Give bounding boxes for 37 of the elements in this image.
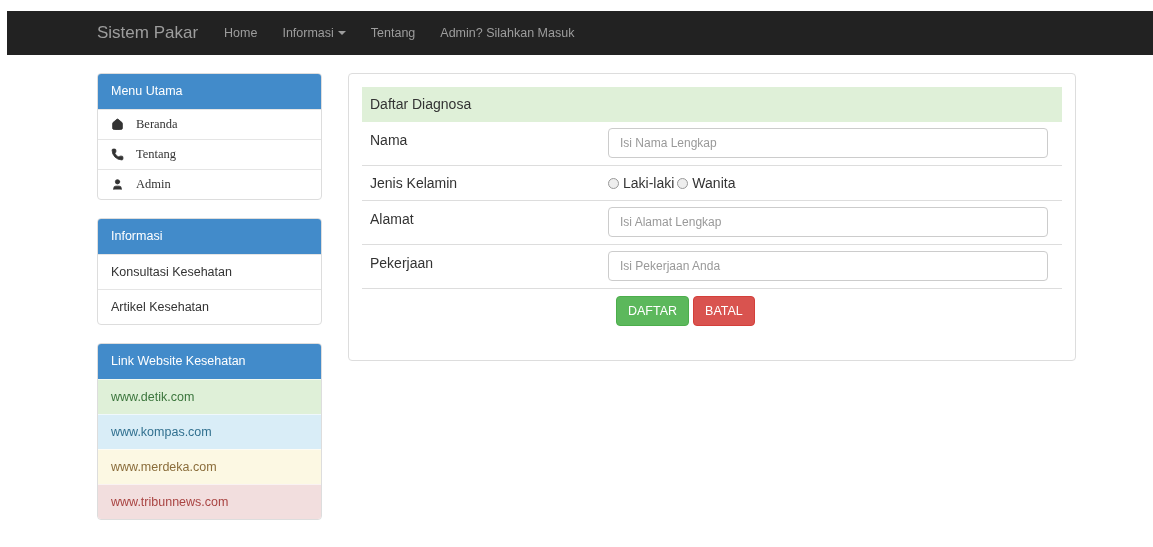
form-heading: Daftar Diagnosa <box>362 87 1062 122</box>
menu-item[interactable]: Admin <box>98 169 321 199</box>
menu-item[interactable]: Konsultasi Kesehatan <box>98 254 321 289</box>
website-link[interactable]: www.tribunnews.com <box>98 484 321 519</box>
menu-item[interactable]: Artikel Kesehatan <box>98 289 321 324</box>
field-label: Pekerjaan <box>369 254 435 273</box>
field-label: Jenis Kelamin <box>369 173 459 193</box>
form-button[interactable]: BATAL <box>693 296 755 326</box>
website-link[interactable]: www.merdeka.com <box>98 449 321 484</box>
user-icon <box>111 178 124 191</box>
website-link[interactable]: www.kompas.com <box>98 414 321 449</box>
website-link[interactable]: www.detik.com <box>98 379 321 414</box>
radio-button[interactable] <box>677 177 689 189</box>
panel-heading: Informasi <box>98 219 321 254</box>
panel-heading: Link Website Kesehatan <box>98 344 321 379</box>
caret-icon <box>337 31 346 35</box>
field-label: Alamat <box>369 210 415 229</box>
phone-icon <box>111 148 124 161</box>
input-field[interactable]: Isi Nama Lengkap <box>608 128 1048 158</box>
input-field[interactable]: Isi Alamat Lengkap <box>608 207 1048 237</box>
menu-label: Beranda <box>136 116 178 134</box>
menu-label: Admin <box>136 176 171 194</box>
menu-label: Tentang <box>136 146 177 164</box>
radio-label: Laki-laki <box>623 173 675 193</box>
nav-link[interactable]: Informasi <box>282 23 346 43</box>
panel-heading: Menu Utama <box>98 74 321 109</box>
nav-link[interactable]: Tentang <box>370 23 416 43</box>
menu-item[interactable]: Beranda <box>98 109 321 139</box>
radio-button[interactable] <box>608 177 619 189</box>
home-icon <box>111 118 124 131</box>
input-field[interactable]: Isi Pekerjaan Anda <box>608 251 1048 281</box>
field-label: Nama <box>369 131 409 150</box>
radio-label: Wanita <box>692 173 736 193</box>
brand-link[interactable]: Sistem Pakar <box>97 20 199 46</box>
menu-item[interactable]: Tentang <box>98 139 321 169</box>
nav-link[interactable]: Home <box>224 23 258 43</box>
nav-link[interactable]: Admin? Silahkan Masuk <box>440 23 575 43</box>
